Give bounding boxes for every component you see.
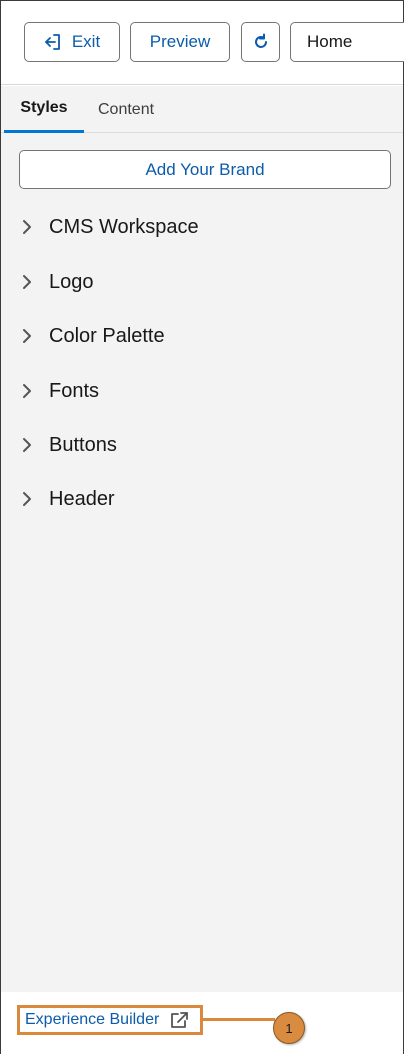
section-label: Logo xyxy=(49,270,94,293)
refresh-button[interactable] xyxy=(241,22,280,62)
preview-label: Preview xyxy=(149,32,211,51)
callout-badge: 1 xyxy=(273,1012,305,1044)
section-label: Header xyxy=(49,487,115,510)
toolbar: Exit Preview Home xyxy=(1,1,404,85)
chevron-right-icon xyxy=(19,491,35,507)
page-selector[interactable]: Home xyxy=(290,22,404,62)
app-frame: Exit Preview Home Styles Content Add You… xyxy=(0,0,404,1054)
section-color-palette[interactable]: Color Palette xyxy=(19,318,165,354)
chevron-right-icon xyxy=(19,437,35,453)
tab-content[interactable]: Content xyxy=(98,86,154,133)
section-logo[interactable]: Logo xyxy=(19,264,94,300)
add-your-brand-button[interactable]: Add Your Brand xyxy=(19,150,391,189)
tab-bar: Styles Content xyxy=(1,86,403,133)
section-label: Buttons xyxy=(49,433,117,456)
exit-label: Exit xyxy=(71,32,101,51)
exit-button[interactable]: Exit xyxy=(24,22,120,62)
section-label: Color Palette xyxy=(49,324,165,347)
chevron-right-icon xyxy=(19,328,35,344)
chevron-right-icon xyxy=(19,383,35,399)
callout-connector xyxy=(203,1018,275,1021)
section-header[interactable]: Header xyxy=(19,481,115,517)
experience-builder-label: Experience Builder xyxy=(25,1011,160,1028)
section-buttons[interactable]: Buttons xyxy=(19,427,117,463)
experience-builder-link[interactable]: Experience Builder xyxy=(17,1005,203,1035)
preview-button[interactable]: Preview xyxy=(130,22,230,62)
section-label: Fonts xyxy=(49,379,100,402)
chevron-right-icon xyxy=(19,219,35,235)
exit-icon xyxy=(44,33,62,51)
section-cms-workspace[interactable]: CMS Workspace xyxy=(19,209,199,245)
external-link-icon xyxy=(169,1011,189,1029)
panel-footer: Experience Builder 1 xyxy=(1,992,403,1054)
chevron-right-icon xyxy=(19,274,35,290)
page-selector-value: Home xyxy=(307,32,353,51)
styles-panel: Add Your Brand CMS Workspace Logo Color … xyxy=(1,133,403,992)
tab-styles[interactable]: Styles xyxy=(4,86,84,133)
refresh-icon xyxy=(252,33,270,51)
section-fonts[interactable]: Fonts xyxy=(19,373,99,409)
section-label: CMS Workspace xyxy=(49,215,199,238)
